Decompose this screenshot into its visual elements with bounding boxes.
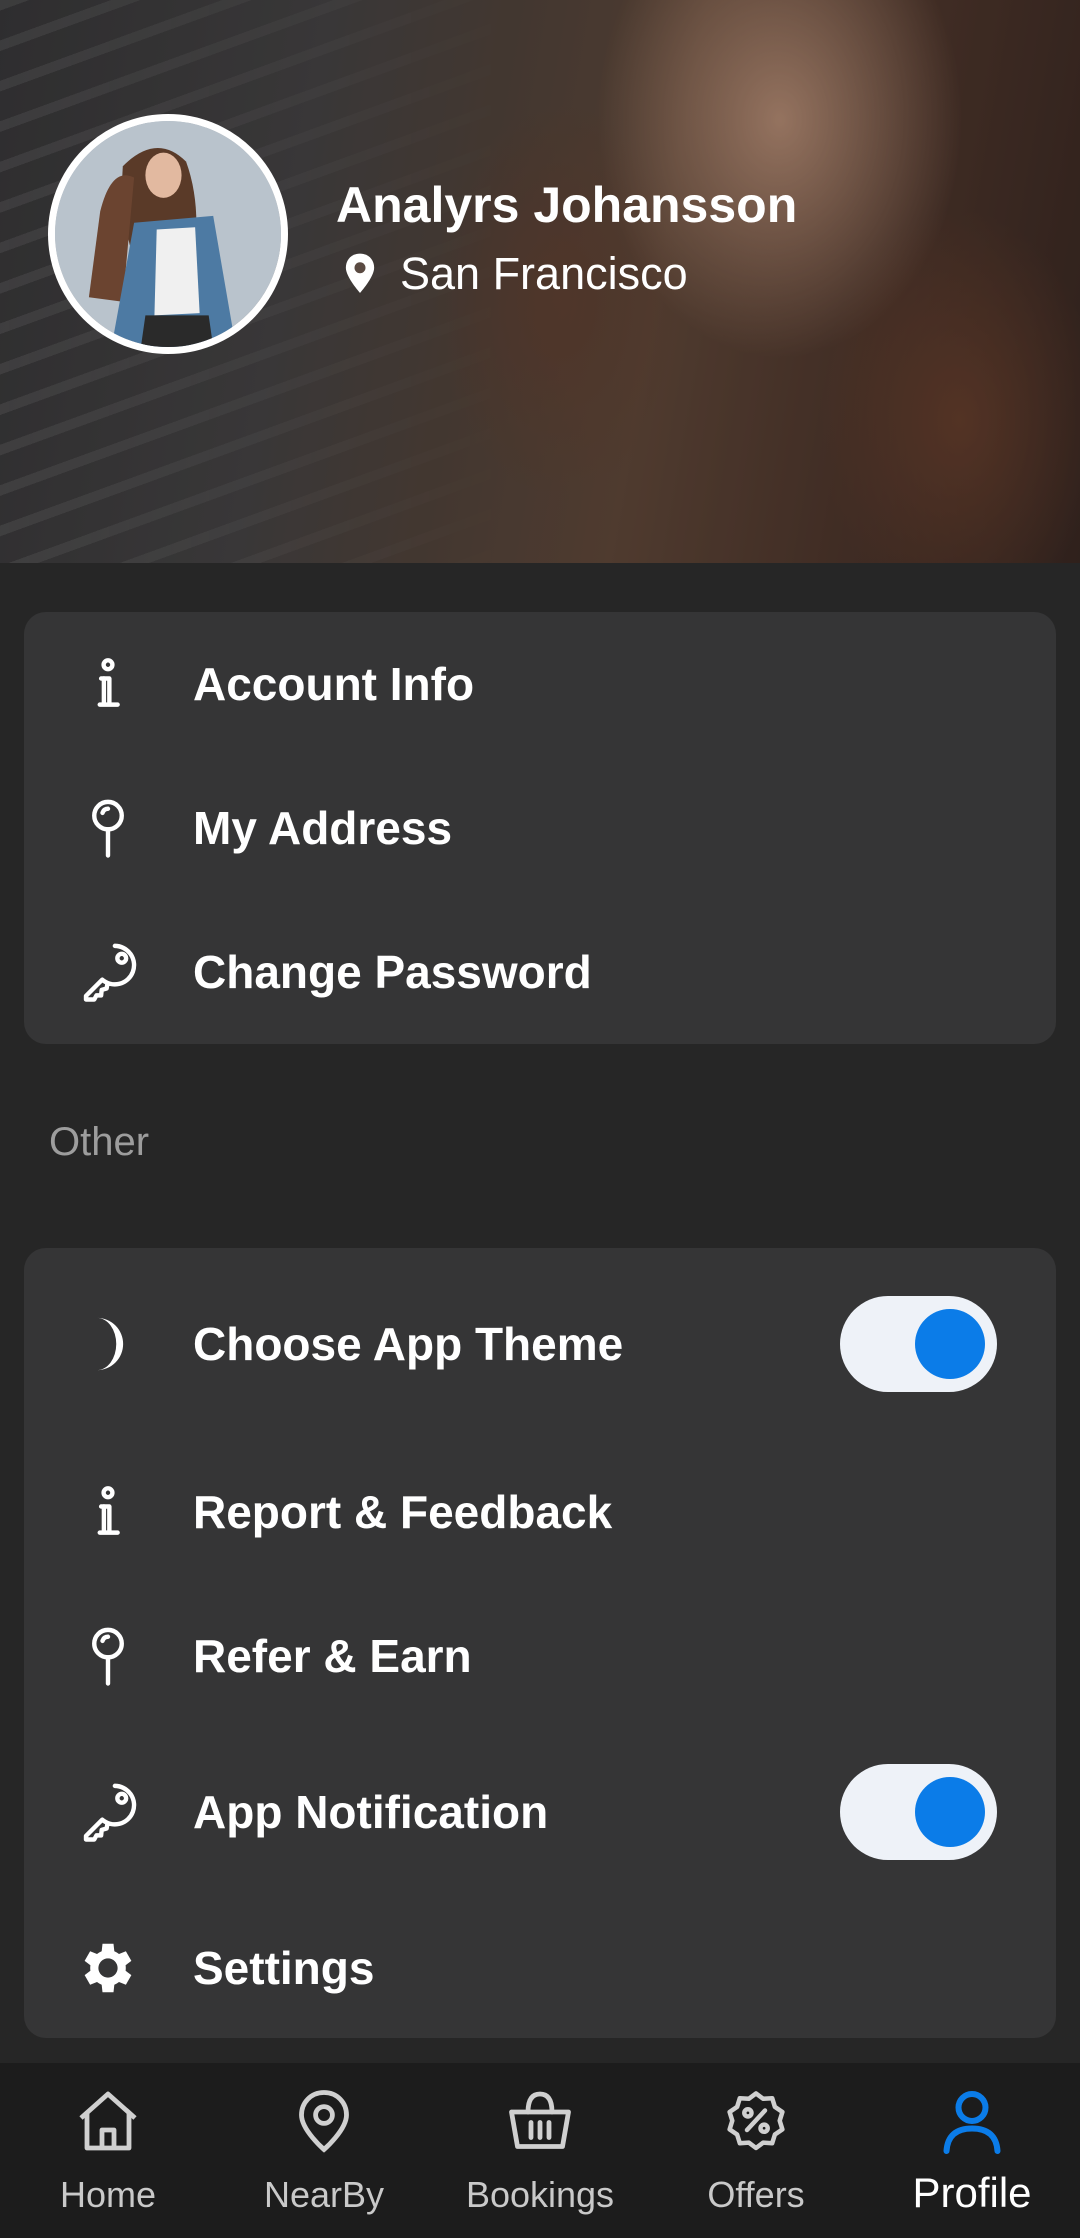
menu-item-label: Change Password [193,946,592,998]
menu-item-account-info[interactable]: Account Info [24,634,1056,734]
location-icon [299,2090,349,2153]
nav-label: Offers [707,2174,805,2215]
profile-location-text: San Francisco [400,248,688,299]
menu-item-refer-earn[interactable]: Refer & Earn [24,1606,1056,1706]
profile-location: San Francisco [340,244,688,304]
menu-item-label: My Address [193,802,453,854]
theme-toggle[interactable] [840,1296,997,1392]
menu-item-label: Settings [193,1942,375,1994]
menu-item-report-feedback[interactable]: Report & Feedback [24,1462,1056,1562]
profile-name: Analyrs Johansson [336,177,798,233]
avatar[interactable] [48,114,288,354]
menu-item-label: Choose App Theme [193,1318,624,1370]
account-menu-card: Account Info My Address Change Password [24,612,1056,1044]
other-menu-card: Choose App Theme Report & Feedback Refer… [24,1248,1056,2038]
notification-toggle[interactable] [840,1764,997,1860]
menu-item-app-notification[interactable]: App Notification [24,1762,1056,1862]
nav-home[interactable]: Home [0,2063,216,2238]
basket-icon [509,2091,571,2149]
menu-item-change-password[interactable]: Change Password [24,922,1056,1022]
home-icon [79,2091,137,2151]
nav-label: Home [59,2174,157,2215]
map-pin-icon [72,792,144,864]
menu-item-label: Account Info [193,658,475,710]
menu-item-settings[interactable]: Settings [24,1918,1056,2018]
menu-item-label: Report & Feedback [193,1486,613,1538]
key-icon [72,936,144,1008]
bottom-navigation: Home NearBy Bookings Offers Profile [0,2063,1080,2238]
info-icon [72,1476,144,1548]
user-icon [943,2091,1001,2154]
key-icon [72,1776,144,1848]
nav-offers[interactable]: Offers [648,2063,864,2238]
menu-item-my-address[interactable]: My Address [24,778,1056,878]
nav-bookings[interactable]: Bookings [432,2063,648,2238]
info-icon [72,648,144,720]
moon-icon [72,1308,144,1380]
map-pin-icon [72,1620,144,1692]
toggle-knob [915,1777,985,1847]
menu-item-label: App Notification [193,1786,549,1838]
percent-badge-icon [727,2091,785,2151]
toggle-knob [915,1309,985,1379]
nav-label: Bookings [465,2174,615,2215]
nav-label: Profile [912,2169,1032,2216]
gear-icon [72,1932,144,2004]
nav-profile[interactable]: Profile [864,2063,1080,2238]
menu-item-label: Refer & Earn [193,1630,472,1682]
section-title-other: Other [49,1120,150,1164]
menu-item-choose-app-theme[interactable]: Choose App Theme [24,1294,1056,1394]
location-pin-icon [345,253,375,293]
nav-label: NearBy [263,2174,385,2215]
nav-nearby[interactable]: NearBy [216,2063,432,2238]
